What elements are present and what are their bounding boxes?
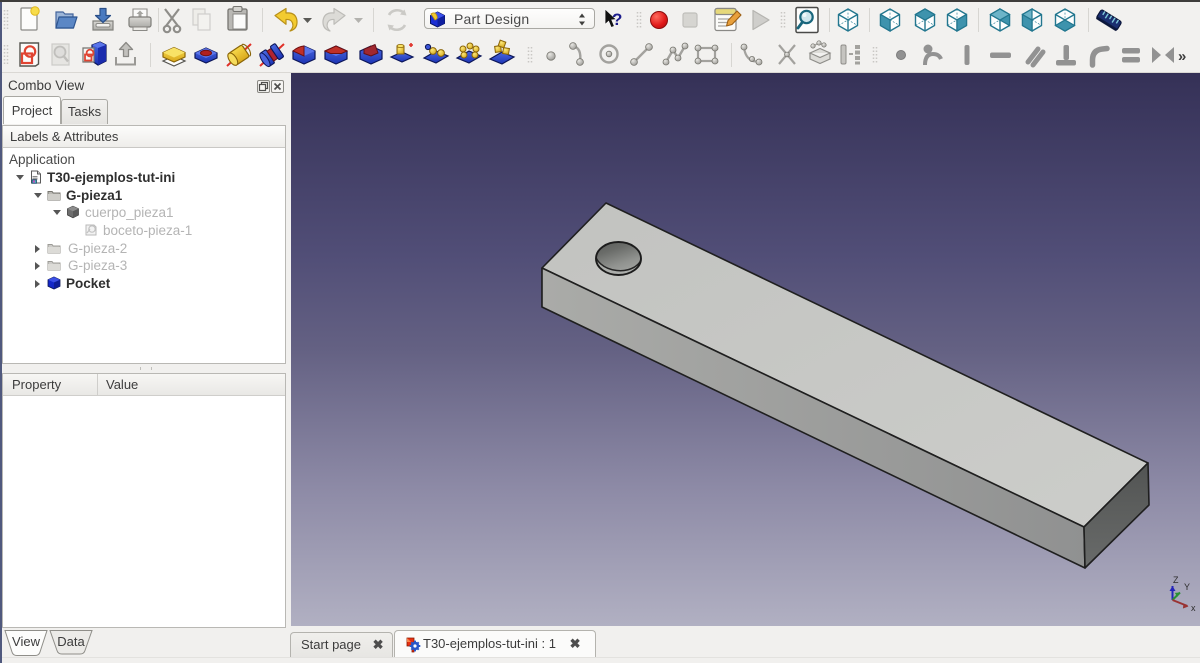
svg-text:?: ? [612, 10, 622, 29]
svg-text:Z: Z [1173, 575, 1179, 585]
svg-text:Y: Y [1184, 582, 1190, 592]
svg-text:x: x [1191, 603, 1196, 613]
svg-text:»: » [1178, 48, 1186, 65]
